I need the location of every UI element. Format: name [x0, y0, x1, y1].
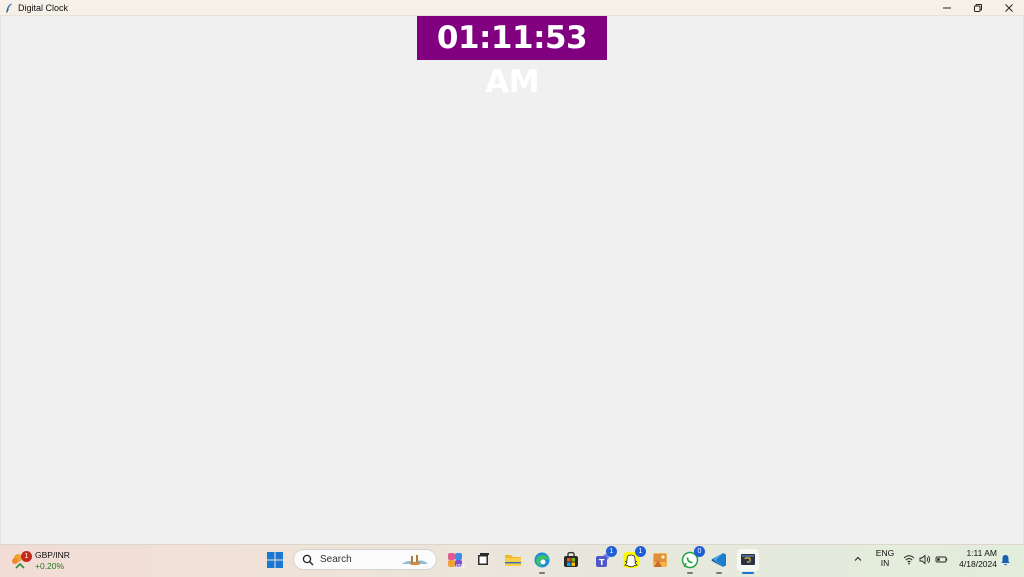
search-icon [302, 554, 314, 565]
minimize-icon [942, 7, 951, 8]
microsoft-store-app[interactable] [560, 549, 582, 571]
clock-tray[interactable]: 1:11 AM 4/18/2024 [955, 548, 997, 570]
teams-app[interactable]: T 1 [591, 546, 617, 571]
restore-icon [973, 3, 982, 12]
active-indicator [742, 572, 754, 574]
language-indicator[interactable]: ENG IN [875, 548, 895, 568]
language-code: ENG [875, 548, 895, 558]
python-idle-icon [741, 554, 755, 565]
whatsapp-badge: 0 [694, 546, 705, 557]
file-explorer-app[interactable] [502, 549, 524, 571]
close-icon [1004, 3, 1013, 12]
copilot-app[interactable]: PRE [444, 549, 466, 571]
running-indicator [716, 572, 722, 574]
widget-title: GBP/INR [35, 550, 70, 560]
clock-display: 01:11:53 AM [417, 16, 607, 100]
snapchat-app[interactable]: 1 [620, 546, 646, 571]
widget-change: +0.20% [35, 561, 65, 571]
search-highlight-icon [402, 555, 428, 565]
currency-chart-icon: 1 [11, 551, 32, 571]
edge-icon [534, 552, 550, 568]
quick-settings-button[interactable] [903, 554, 948, 565]
snapchat-badge: 1 [635, 546, 646, 557]
start-button[interactable] [267, 552, 283, 573]
wifi-icon [903, 555, 915, 565]
feather-icon [4, 3, 14, 13]
window-title: Digital Clock [18, 2, 69, 13]
edge-app[interactable] [531, 549, 553, 574]
language-region: IN [880, 558, 890, 568]
window-controls [931, 0, 1024, 15]
svg-text:PRE: PRE [456, 564, 466, 570]
bell-icon [1001, 555, 1010, 566]
vscode-icon [711, 553, 726, 567]
whatsapp-app[interactable]: 0 [679, 546, 705, 574]
vscode-app[interactable] [708, 549, 730, 574]
restore-button[interactable] [962, 0, 993, 15]
copilot-icon: PRE [448, 553, 466, 570]
tray-time: 1:11 AM [966, 548, 997, 558]
photos-icon [653, 553, 667, 567]
chevron-up-icon [854, 556, 862, 561]
widgets-button[interactable]: 1 GBP/INR +0.20% [11, 549, 70, 573]
task-view-icon [478, 553, 489, 565]
minimize-button[interactable] [931, 0, 962, 15]
photos-app[interactable] [649, 549, 671, 571]
search-placeholder: Search [320, 554, 352, 565]
python-idle-app[interactable] [737, 549, 759, 574]
running-indicator [539, 572, 545, 574]
svg-text:T: T [599, 558, 605, 567]
tray-date: 4/18/2024 [959, 559, 997, 569]
store-icon [564, 551, 578, 567]
running-indicator [687, 572, 693, 574]
task-view-app[interactable] [472, 549, 494, 571]
folder-icon [505, 555, 521, 566]
widget-badge: 1 [21, 551, 32, 562]
windows-logo-icon [267, 552, 283, 568]
close-button[interactable] [993, 0, 1024, 15]
search-box[interactable]: Search [293, 549, 437, 570]
title-bar: Digital Clock [0, 0, 1024, 16]
battery-icon [935, 556, 948, 563]
teams-badge: 1 [606, 546, 617, 557]
notifications-button[interactable] [1000, 554, 1011, 568]
show-hidden-icons-button[interactable] [853, 554, 863, 566]
volume-icon [919, 554, 930, 565]
